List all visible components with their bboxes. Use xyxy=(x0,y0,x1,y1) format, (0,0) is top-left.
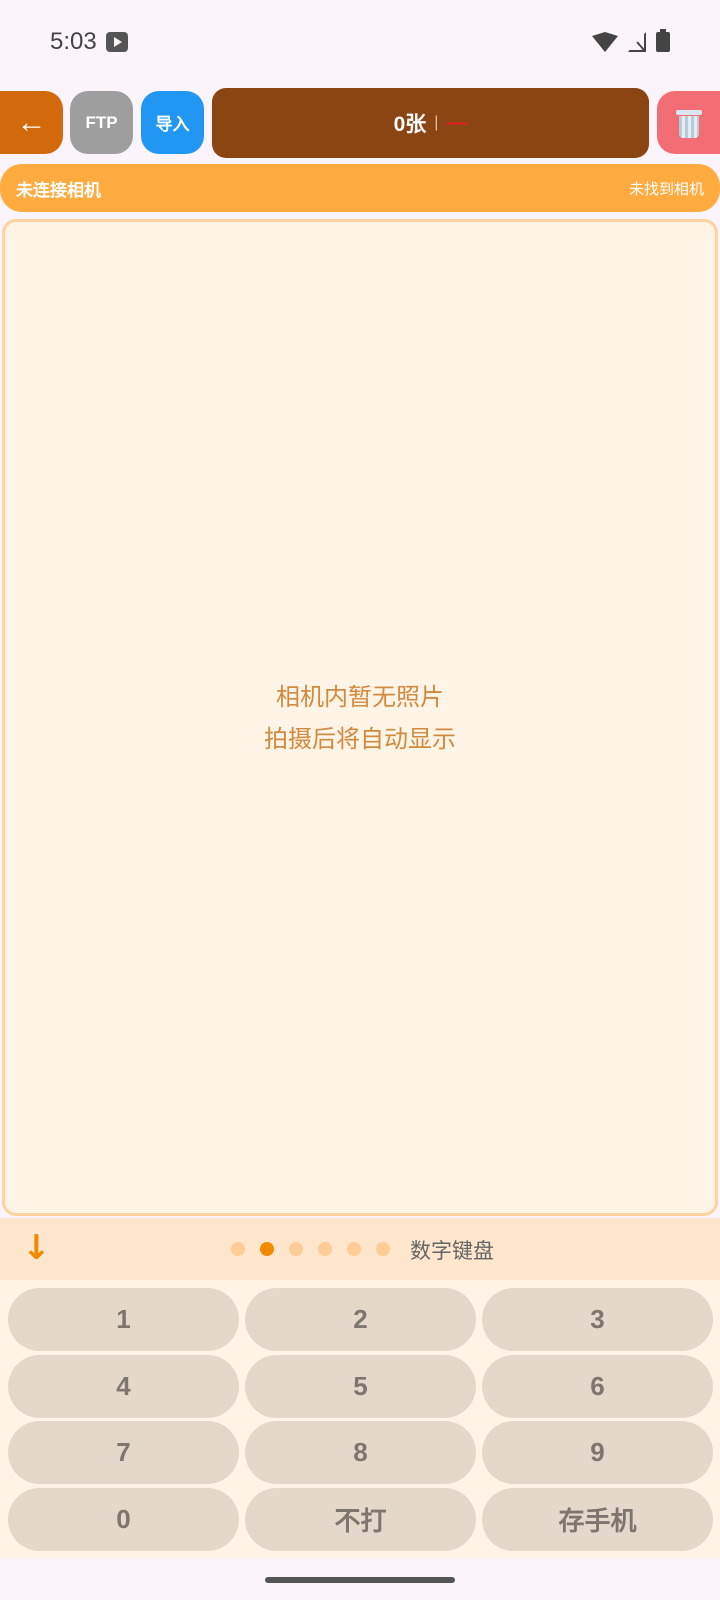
page-dot[interactable] xyxy=(260,1242,274,1256)
battery-icon xyxy=(656,29,670,52)
photo-count-button[interactable]: 0张 | — xyxy=(212,88,649,158)
cell-signal-icon xyxy=(628,32,646,52)
page-dot[interactable] xyxy=(376,1242,390,1256)
back-button[interactable]: ← xyxy=(0,91,63,154)
keypad-key[interactable]: 5 xyxy=(245,1355,476,1418)
wifi-icon xyxy=(592,32,618,52)
photo-count-separator: | xyxy=(434,114,439,131)
top-toolbar: ← FTP 导入 0张 | — xyxy=(0,88,720,158)
keypad-key[interactable]: 2 xyxy=(245,1288,476,1351)
page-indicator xyxy=(231,1242,390,1256)
photo-count-label: 0张 xyxy=(393,113,427,136)
camera-connection-bar[interactable]: 未连接相机 未找到相机 xyxy=(0,164,720,212)
keypad-key[interactable]: 6 xyxy=(482,1355,713,1418)
page-dot[interactable] xyxy=(318,1242,332,1256)
home-indicator[interactable] xyxy=(265,1577,455,1583)
photo-count-extra: — xyxy=(446,111,468,134)
keypad-key[interactable]: 9 xyxy=(482,1421,713,1484)
keyboard-page-bar: ↓ 数字键盘 xyxy=(0,1218,720,1280)
keypad-key[interactable]: 3 xyxy=(482,1288,713,1351)
ftp-button[interactable]: FTP xyxy=(70,91,133,154)
connection-status: 未连接相机 xyxy=(16,180,101,201)
keypad-key[interactable]: 8 xyxy=(245,1421,476,1484)
status-time: 5:03 xyxy=(50,28,97,55)
keypad-key[interactable]: 7 xyxy=(8,1421,239,1484)
page-dot[interactable] xyxy=(289,1242,303,1256)
page-dot[interactable] xyxy=(347,1242,361,1256)
status-bar: 5:03 xyxy=(0,0,720,80)
page-dot[interactable] xyxy=(231,1242,245,1256)
keypad-key[interactable]: 4 xyxy=(8,1355,239,1418)
media-notification-icon xyxy=(106,32,128,52)
numeric-keypad: 1 2 3 4 5 6 7 8 9 0 不打 存手机 xyxy=(0,1280,720,1558)
keyboard-page-label: 数字键盘 xyxy=(410,1239,494,1263)
camera-search-status: 未找到相机 xyxy=(628,179,704,198)
keypad-key[interactable]: 存手机 xyxy=(482,1488,713,1551)
arrow-down-icon[interactable]: ↓ xyxy=(22,1228,51,1268)
keypad-key[interactable]: 0 xyxy=(8,1488,239,1551)
delete-button[interactable] xyxy=(657,91,720,154)
keypad-key[interactable]: 1 xyxy=(8,1288,239,1351)
keypad-key[interactable]: 不打 xyxy=(245,1488,476,1551)
trash-icon xyxy=(675,108,702,138)
status-icons xyxy=(592,29,670,52)
empty-message-line2: 拍摄后将自动显示 xyxy=(264,724,456,753)
import-button[interactable]: 导入 xyxy=(141,91,204,154)
camera-photo-panel[interactable]: 相机内暂无照片 拍摄后将自动显示 xyxy=(2,219,718,1216)
empty-message-line1: 相机内暂无照片 xyxy=(276,682,444,711)
